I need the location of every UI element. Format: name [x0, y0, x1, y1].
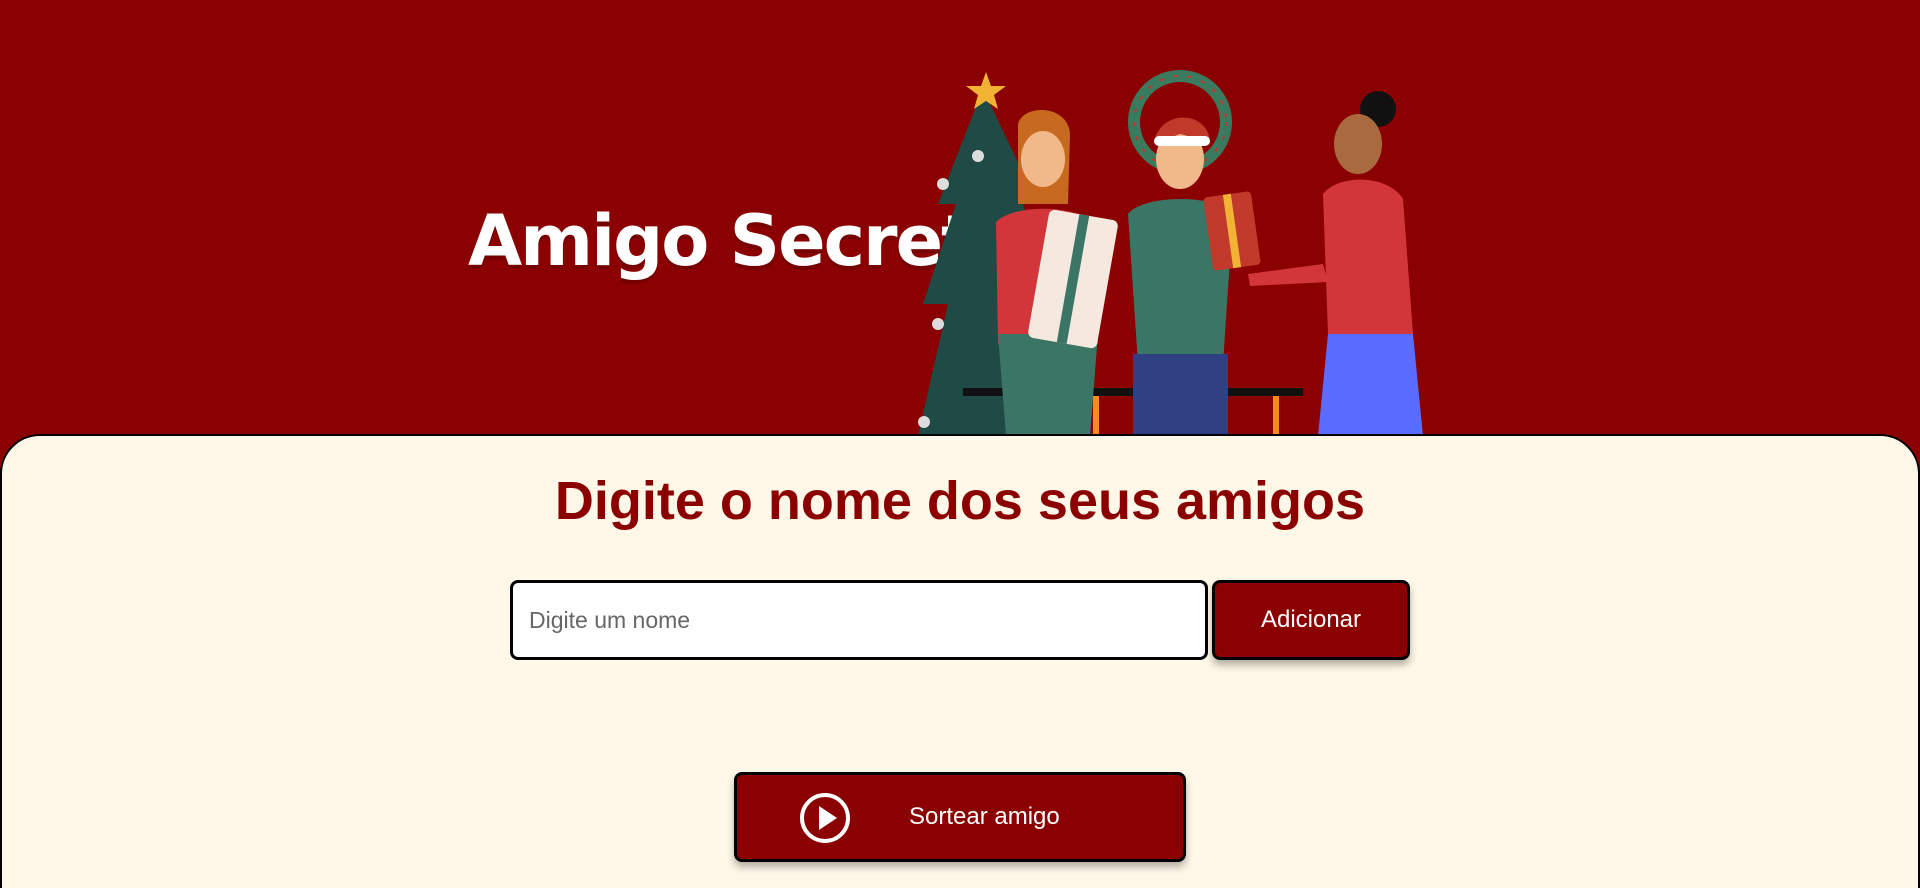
play-circle-icon: [800, 793, 850, 843]
person-right: [1248, 91, 1423, 436]
person-middle: [1128, 117, 1233, 436]
friend-name-input[interactable]: [510, 580, 1208, 660]
draw-friend-button-label: Sortear amigo: [909, 803, 1060, 830]
christmas-gift-exchange-illustration: [918, 70, 1423, 436]
draw-friend-button[interactable]: Sortear amigo: [734, 772, 1186, 862]
header-banner: Amigo Secreto: [0, 0, 1920, 436]
add-friend-button[interactable]: Adicionar: [1212, 580, 1410, 660]
add-friend-button-label: Adicionar: [1260, 606, 1362, 633]
gift-box-icon: [1203, 191, 1261, 271]
section-heading: Digite o nome dos seus amigos: [554, 471, 1366, 531]
